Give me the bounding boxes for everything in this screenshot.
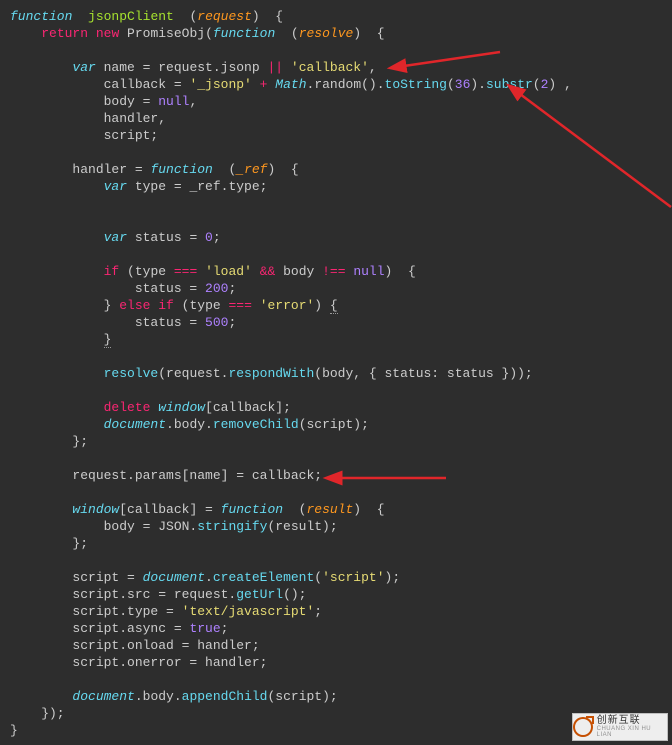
token-num: 2: [541, 77, 549, 92]
watermark-text-en: CHUANG XIN HU LIAN: [597, 726, 667, 738]
token-kw2: +: [260, 77, 268, 92]
token-builtin: document: [72, 689, 134, 704]
token-err: {: [330, 298, 338, 314]
token-str: 'callback': [291, 60, 369, 75]
token-kw2: if: [158, 298, 174, 313]
token-kw1: function: [150, 162, 212, 177]
token-call: toString: [385, 77, 447, 92]
token-kw2: else: [119, 298, 150, 313]
token-kw1: var: [72, 60, 95, 75]
watermark-text-cn: 创新互联: [597, 716, 667, 726]
token-err: }: [104, 332, 112, 348]
token-param: resolve: [299, 26, 354, 41]
token-call: appendChild: [182, 689, 268, 704]
token-call: resolve: [104, 366, 159, 381]
token-call: createElement: [213, 570, 314, 585]
token-num: 500: [205, 315, 228, 330]
token-kw1: var: [104, 179, 127, 194]
token-kw2: ||: [267, 60, 283, 75]
token-param: _ref: [236, 162, 267, 177]
token-str: 'load': [205, 264, 252, 279]
token-call: substr: [486, 77, 533, 92]
token-kw2: new: [96, 26, 119, 41]
token-str: 'script': [322, 570, 384, 585]
token-str: '_jsonp': [189, 77, 251, 92]
code-editor: function jsonpClient (request) { return …: [0, 0, 672, 745]
token-num: 200: [205, 281, 228, 296]
token-kw2: &&: [260, 264, 276, 279]
token-kw1: function: [213, 26, 275, 41]
token-kw2: !==: [322, 264, 345, 279]
token-fn: jsonpClient: [88, 9, 174, 24]
token-builtin: window: [72, 502, 119, 517]
token-bool: true: [189, 621, 220, 636]
token-str: 'text/javascript': [182, 604, 315, 619]
token-call: getUrl: [236, 587, 283, 602]
token-call: respondWith: [228, 366, 314, 381]
token-kw2: ===: [174, 264, 197, 279]
token-kw2: if: [104, 264, 120, 279]
token-builtin: Math: [275, 77, 306, 92]
token-kw2: ===: [228, 298, 251, 313]
token-builtin: window: [158, 400, 205, 415]
watermark-badge: 创新互联 CHUANG XIN HU LIAN: [572, 713, 668, 741]
token-param: result: [306, 502, 353, 517]
watermark-logo-icon: [573, 717, 593, 737]
token-param: request: [197, 9, 252, 24]
token-str: 'error': [260, 298, 315, 313]
token-call: stringify: [197, 519, 267, 534]
token-null: null: [158, 94, 189, 109]
token-null: null: [353, 264, 384, 279]
token-builtin: document: [104, 417, 166, 432]
token-kw1: var: [104, 230, 127, 245]
token-num: 0: [205, 230, 213, 245]
token-kw2: delete: [104, 400, 151, 415]
token-builtin: document: [143, 570, 205, 585]
token-kw2: return: [41, 26, 88, 41]
token-num: 36: [455, 77, 471, 92]
token-kw1: function: [10, 9, 72, 24]
token-call: removeChild: [213, 417, 299, 432]
token-kw1: function: [221, 502, 283, 517]
